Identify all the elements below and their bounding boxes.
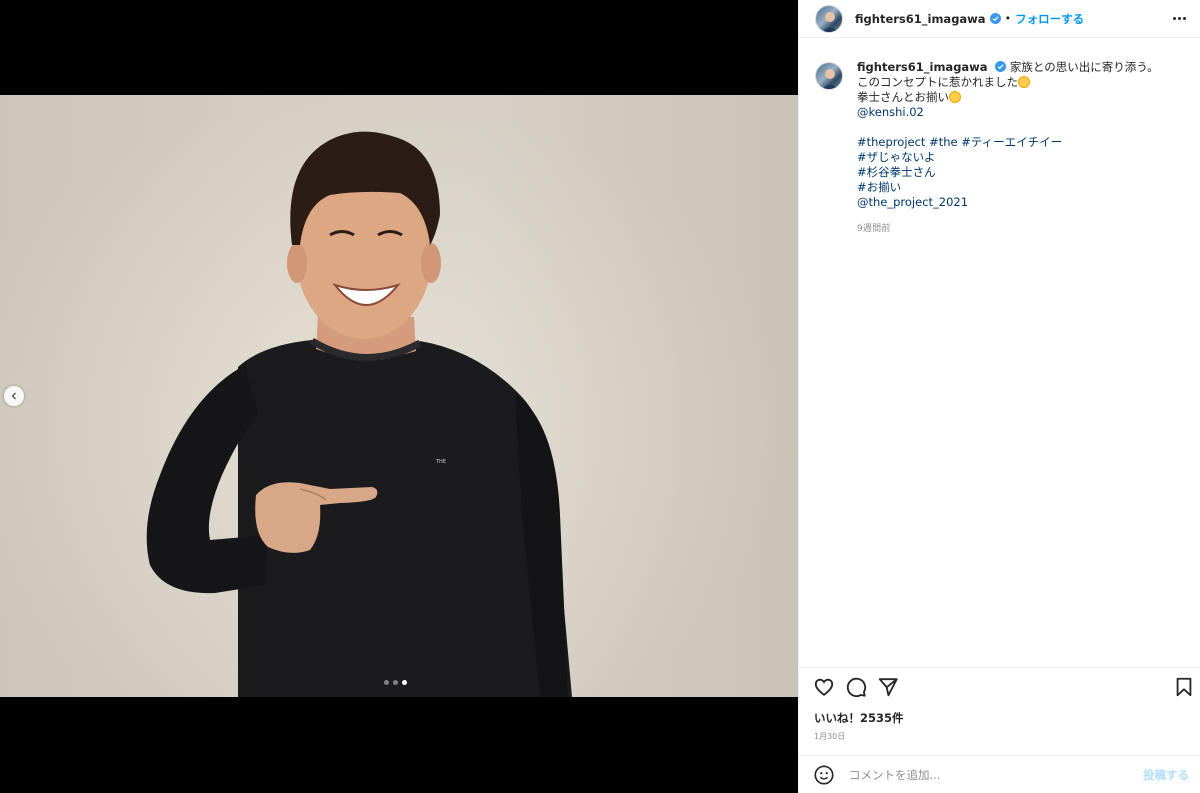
more-options-icon[interactable] bbox=[1169, 10, 1189, 26]
person-illustration: THE bbox=[146, 131, 572, 697]
avatar[interactable] bbox=[815, 4, 843, 33]
caption-line-1: 家族との思い出に寄り添う。 bbox=[1009, 60, 1159, 74]
caption-username[interactable]: fighters61_imagawa bbox=[857, 60, 988, 74]
caption-body: fighters61_imagawa 家族との思い出に寄り添う。 このコンセプト… bbox=[857, 60, 1177, 237]
post-media: THE bbox=[0, 0, 798, 793]
follow-button[interactable]: フォローする bbox=[1015, 11, 1084, 27]
caption-line-3: 拳士さんとお揃い bbox=[857, 90, 949, 104]
post-date[interactable]: 1月30日 bbox=[814, 731, 845, 742]
emoji-icon[interactable] bbox=[813, 764, 835, 786]
likes-count[interactable]: いいね！2535件 bbox=[814, 710, 904, 726]
carousel-dot-active bbox=[402, 680, 407, 685]
caption-line-2: このコンセプトに惹かれました bbox=[857, 75, 1018, 89]
comment-input[interactable] bbox=[849, 767, 1143, 782]
hashtag-osoroi[interactable]: #お揃い bbox=[857, 180, 1177, 195]
post-side-panel: fighters61_imagawa • フォローする fighters61_i… bbox=[798, 0, 1200, 793]
caption-time-ago[interactable]: 9週間前 bbox=[857, 222, 1177, 237]
avatar-image bbox=[822, 69, 838, 89]
carousel-dot bbox=[393, 680, 398, 685]
share-icon[interactable] bbox=[877, 676, 899, 698]
smiling-emoji-icon bbox=[1018, 76, 1030, 88]
header-separator: • bbox=[1004, 12, 1012, 25]
carousel-indicator bbox=[384, 680, 407, 685]
post-comment-button[interactable]: 投稿する bbox=[1143, 767, 1189, 783]
mention-the-project[interactable]: @the_project_2021 bbox=[857, 195, 1177, 210]
hashtag-sugiya[interactable]: #杉谷拳士さん bbox=[857, 165, 1177, 180]
comment-icon[interactable] bbox=[845, 676, 867, 698]
bookmark-icon[interactable] bbox=[1173, 676, 1195, 698]
caption-avatar[interactable] bbox=[815, 62, 843, 90]
action-bar bbox=[799, 667, 1200, 705]
header-username[interactable]: fighters61_imagawa bbox=[855, 12, 986, 26]
carousel-dot bbox=[384, 680, 389, 685]
verified-badge-icon bbox=[989, 13, 1001, 24]
post-header: fighters61_imagawa • フォローする bbox=[799, 0, 1200, 38]
post-caption: fighters61_imagawa 家族との思い出に寄り添う。 このコンセプト… bbox=[815, 60, 1185, 237]
hashtags-line-1[interactable]: #theproject #the #ティーエイチイー bbox=[857, 135, 1177, 150]
verified-badge-icon bbox=[995, 61, 1007, 72]
grinning-emoji-icon bbox=[949, 91, 961, 103]
heart-icon[interactable] bbox=[813, 676, 835, 698]
comment-bar: 投稿する bbox=[799, 755, 1200, 793]
shirt-logo: THE bbox=[435, 459, 446, 465]
previous-image-button[interactable] bbox=[4, 386, 24, 406]
post-photo[interactable]: THE bbox=[0, 95, 798, 697]
mention-kenshi[interactable]: @kenshi.02 bbox=[857, 105, 1177, 120]
hashtag-zajanaiyo[interactable]: #ザじゃないよ bbox=[857, 150, 1177, 165]
avatar-image bbox=[822, 11, 838, 32]
chevron-left-icon bbox=[11, 392, 16, 400]
